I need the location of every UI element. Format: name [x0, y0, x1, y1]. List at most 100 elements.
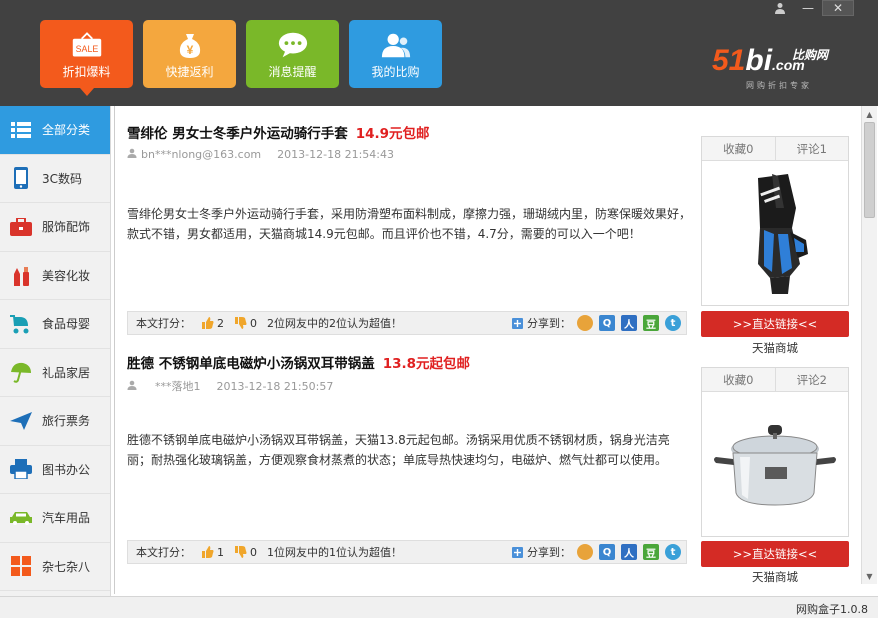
sidebar-item-gift-home[interactable]: 礼品家居: [0, 349, 110, 397]
thumbs-down-button[interactable]: 0: [234, 317, 257, 330]
card-stats: 收藏0 评论2: [702, 368, 848, 392]
car-icon: [0, 511, 42, 525]
deal-feed: 雪绯伦 男女士冬季户外运动骑行手套 14.9元包邮 bn***nlong@163.…: [114, 106, 862, 594]
rating-bar: 本文打分： 1 0 1位网友中的1位认为超值！ 分享到： Q 人 豆 t: [127, 540, 687, 564]
sidebar-item-label: 全部分类: [42, 123, 91, 138]
brand-logo: 51bi.com 比购网 网购折扣专家: [712, 44, 829, 90]
post-description: 雪绯伦男女士冬季户外运动骑行手套，采用防滑塑布面料制成，摩擦力强，珊瑚绒内里，防…: [127, 207, 692, 241]
weibo-icon[interactable]: [577, 315, 593, 331]
user-icon: [127, 148, 137, 161]
list-icon: [0, 121, 42, 138]
qzone-icon[interactable]: Q: [599, 315, 615, 331]
close-button[interactable]: ✕: [822, 0, 854, 16]
scroll-up-icon[interactable]: ▲: [862, 107, 877, 121]
app-version: 网购盒子1.0.8: [796, 603, 868, 616]
post-date: 2013-12-18 21:50:57: [216, 379, 334, 393]
chat-bubble-icon: [277, 31, 309, 59]
grid-icon: [0, 556, 42, 577]
feed-scrollbar[interactable]: ▲ ▼: [861, 106, 877, 584]
shop-name: 天猫商城: [752, 570, 798, 584]
sale-badge-text: SALE: [75, 44, 98, 54]
douban-icon[interactable]: 豆: [643, 315, 659, 331]
tab-label: 折扣爆料: [62, 65, 111, 79]
renren-icon[interactable]: 人: [621, 315, 637, 331]
down-count: 0: [250, 316, 257, 330]
post-author[interactable]: ***落地1: [155, 378, 201, 394]
sidebar-item-auto[interactable]: 汽车用品: [0, 494, 110, 543]
sidebar-item-label: 美容化妆: [42, 268, 91, 283]
sidebar-item-beauty[interactable]: 美容化妆: [0, 252, 110, 300]
favorite-count[interactable]: 收藏0: [702, 137, 776, 160]
up-count: 1: [217, 545, 224, 559]
qzone-icon[interactable]: Q: [599, 544, 615, 560]
share-group: 分享到： Q 人 豆 t: [512, 544, 681, 560]
user-icon: [127, 380, 137, 393]
sidebar-item-misc[interactable]: 杂七杂八: [0, 543, 110, 591]
printer-icon: [0, 459, 42, 480]
product-card: 收藏0 评论2: [701, 367, 849, 537]
renren-icon[interactable]: 人: [621, 544, 637, 560]
yen-glyph: ¥: [186, 43, 193, 57]
sidebar-item-label: 杂七杂八: [42, 559, 91, 574]
plus-icon: [512, 546, 523, 558]
sidebar-item-travel[interactable]: 旅行票务: [0, 397, 110, 446]
direct-link-button[interactable]: >>直达链接<<: [701, 541, 849, 567]
weibo-icon[interactable]: [577, 544, 593, 560]
tab-discount-news[interactable]: SALE 折扣爆料: [40, 20, 133, 96]
tab-message-alert[interactable]: 消息提醒: [246, 20, 339, 88]
sidebar-item-books-office[interactable]: 图书办公: [0, 446, 110, 494]
comment-count[interactable]: 评论2: [776, 368, 849, 391]
rate-label: 本文打分：: [136, 546, 191, 559]
category-sidebar: 全部分类 3C数码 服饰配饰 美容化妆 食品母婴 礼品家居 旅行票务 图书办公 …: [0, 106, 111, 596]
thumbs-up-icon: [202, 546, 214, 558]
money-bag-icon: ¥: [174, 31, 206, 59]
user-icon[interactable]: [766, 0, 794, 16]
tqq-icon[interactable]: t: [665, 315, 681, 331]
sidebar-item-all[interactable]: 全部分类: [0, 106, 110, 155]
tab-label: 我的比购: [371, 65, 420, 79]
sidebar-item-3c[interactable]: 3C数码: [0, 155, 110, 203]
post-meta: ***落地1 2013-12-18 21:50:57: [127, 378, 333, 394]
thumbs-up-button[interactable]: 1: [201, 546, 224, 559]
thumbs-up-button[interactable]: 2: [201, 317, 224, 330]
card-stats: 收藏0 评论1: [702, 137, 848, 161]
tab-my-bigou[interactable]: 我的比购: [349, 20, 442, 88]
favorite-count[interactable]: 收藏0: [702, 368, 776, 391]
post-description: 胜德不锈钢单底电磁炉小汤锅双耳带锅盖，天猫13.8元起包邮。汤锅采用优质不锈钢材…: [127, 433, 670, 467]
product-card: 收藏0 评论1: [701, 136, 849, 306]
direct-link-button[interactable]: >>直达链接<<: [701, 311, 849, 337]
thumbs-down-button[interactable]: 0: [234, 546, 257, 559]
post-price: 14.9元包邮: [355, 126, 430, 142]
minimize-button[interactable]: —: [794, 0, 822, 16]
product-image-pot[interactable]: [702, 392, 848, 536]
post-author[interactable]: bn***nlong@163.com: [141, 148, 261, 161]
sidebar-item-food-baby[interactable]: 食品母婴: [0, 300, 110, 349]
post-title[interactable]: 胜德 不锈钢单底电磁炉小汤锅双耳带锅盖 13.8元起包邮: [127, 352, 470, 372]
scroll-down-icon[interactable]: ▼: [862, 569, 877, 583]
stroller-icon: [0, 314, 42, 334]
comment-count[interactable]: 评论1: [776, 137, 849, 160]
sidebar-item-apparel[interactable]: 服饰配饰: [0, 203, 110, 252]
sale-tag-icon: SALE: [71, 31, 103, 59]
post-title-text[interactable]: 胜德 不锈钢单底电磁炉小汤锅双耳带锅盖: [127, 356, 375, 372]
window-controls: — ✕: [766, 0, 854, 16]
plus-icon: [512, 317, 523, 329]
shop-name: 天猫商城: [752, 341, 798, 355]
post-title[interactable]: 雪绯伦 男女士冬季户外运动骑行手套 14.9元包邮: [127, 122, 430, 142]
down-count: 0: [250, 545, 257, 559]
post-title-text[interactable]: 雪绯伦 男女士冬季户外运动骑行手套: [127, 126, 348, 142]
scroll-thumb[interactable]: [864, 122, 875, 218]
thumbs-down-icon: [235, 546, 247, 558]
plane-icon: [0, 411, 42, 430]
post-date: 2013-12-18 21:54:43: [277, 148, 394, 161]
thumbs-up-icon: [202, 317, 214, 329]
tqq-icon[interactable]: t: [665, 544, 681, 560]
tab-quick-rebate[interactable]: ¥ 快捷返利: [143, 20, 236, 88]
sidebar-item-label: 服饰配饰: [42, 220, 91, 235]
bag-icon: [0, 217, 42, 236]
douban-icon[interactable]: 豆: [643, 544, 659, 560]
rating-summary: 2位网友中的2位认为超值！: [267, 317, 402, 330]
post-price: 13.8元起包邮: [382, 356, 471, 372]
product-image-glove[interactable]: [702, 161, 848, 305]
sidebar-item-label: 图书办公: [42, 462, 91, 477]
